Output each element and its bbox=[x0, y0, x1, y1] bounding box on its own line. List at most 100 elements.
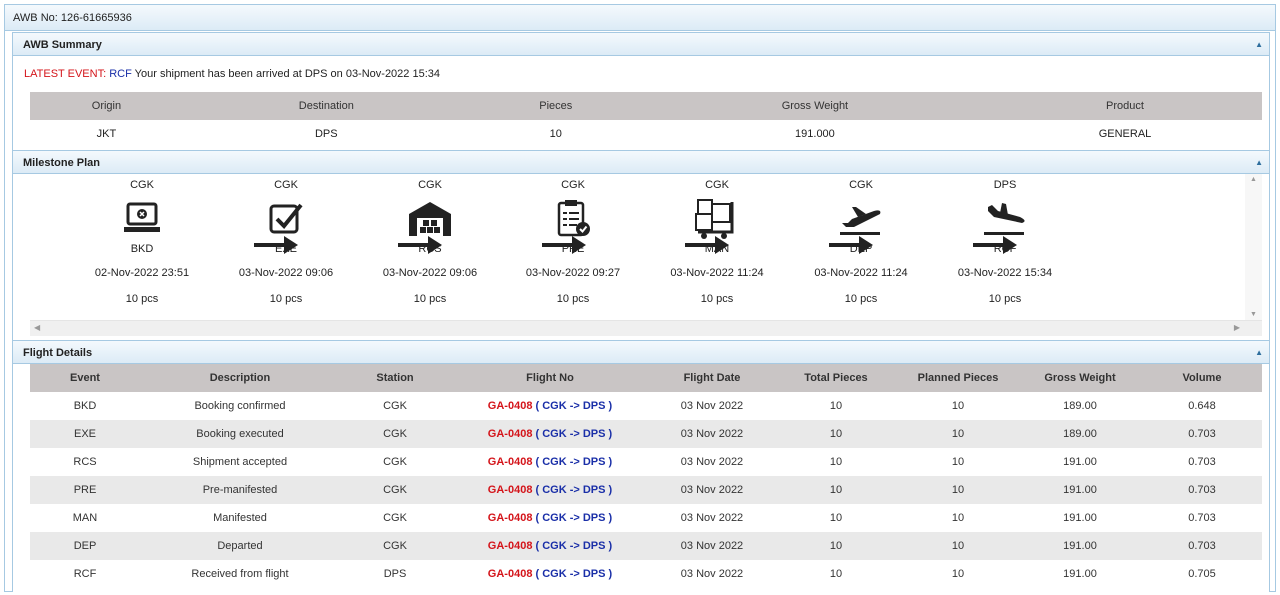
milestone-code: PRE bbox=[561, 243, 585, 255]
flight-no-cell[interactable]: GA-0408 ( CGK -> DPS ) bbox=[450, 476, 650, 504]
flight-row[interactable]: MAN Manifested CGK GA-0408 ( CGK -> DPS ) 03… bbox=[30, 504, 1262, 532]
flight-row[interactable]: EXE Booking executed CGK GA-0408 ( CGK -> D… bbox=[30, 420, 1262, 448]
planned-pieces-cell: 10 bbox=[898, 476, 1018, 504]
milestone-code: RCF bbox=[993, 243, 1017, 255]
scroll-left-icon[interactable]: ◀ bbox=[34, 323, 40, 332]
volume-cell: 0.705 bbox=[1188, 568, 1216, 580]
milestone-station: CGK bbox=[418, 179, 442, 191]
flight-header-row: Event Description Station Flight No Flig… bbox=[30, 364, 1262, 392]
collapse-triangle-icon[interactable]: ▲ bbox=[1255, 341, 1263, 365]
milestone-pieces: 10 pcs bbox=[269, 293, 303, 305]
flight-row[interactable]: PRE Pre-manifested CGK GA-0408 ( CGK -> DPS… bbox=[30, 476, 1262, 504]
milestone-pieces: 10 pcs bbox=[125, 293, 159, 305]
flight-no-cell[interactable]: GA-0408 ( CGK -> DPS ) bbox=[450, 392, 650, 420]
gross-weight-cell: 191.00 bbox=[1063, 456, 1097, 468]
description-cell: Departed bbox=[140, 532, 340, 560]
collapse-triangle-icon[interactable]: ▲ bbox=[1255, 33, 1263, 57]
flight-no-cell[interactable]: GA-0408 ( CGK -> DPS ) bbox=[450, 532, 650, 560]
flight-no-cell[interactable]: GA-0408 ( CGK -> DPS ) bbox=[450, 448, 650, 476]
milestone-step: CGK RCS 03-Nov-2022 09:06 10 pcs bbox=[365, 174, 495, 312]
flight-number-link[interactable]: GA-0408 bbox=[488, 568, 533, 580]
gross-weight-cell: 191.00 bbox=[1063, 568, 1097, 580]
flight-route: ( CGK -> DPS ) bbox=[532, 484, 613, 496]
description-cell: Pre-manifested bbox=[140, 476, 340, 504]
flight-date-cell: 03 Nov 2022 bbox=[680, 456, 744, 468]
flight-number-link[interactable]: GA-0408 bbox=[488, 456, 533, 468]
flight-no-cell[interactable]: GA-0408 ( CGK -> DPS ) bbox=[450, 504, 650, 532]
volume-cell: 0.703 bbox=[1142, 476, 1262, 504]
flight-date-cell: 03 Nov 2022 bbox=[680, 400, 744, 412]
scroll-up-icon[interactable]: ▲ bbox=[1245, 176, 1262, 183]
event-cell: RCS bbox=[73, 456, 97, 468]
summary-header-row: Origin Destination Pieces Gross Weight P… bbox=[30, 92, 1262, 120]
flight-col-header: Planned Pieces bbox=[898, 364, 1018, 392]
flight-date-cell: 03 Nov 2022 bbox=[680, 568, 744, 580]
milestone-step: CGK MAN 03-Nov-2022 11:24 10 pcs bbox=[652, 174, 782, 312]
event-cell: RCF bbox=[73, 568, 97, 580]
milestone-time: 02-Nov-2022 23:51 bbox=[94, 267, 190, 279]
flight-route: ( CGK -> DPS ) bbox=[532, 428, 613, 440]
description-cell: Received from flight bbox=[191, 568, 289, 580]
station-cell: DPS bbox=[383, 568, 407, 580]
milestone-station: CGK bbox=[130, 179, 154, 191]
flight-number-link[interactable]: GA-0408 bbox=[488, 512, 533, 524]
total-pieces-cell: 10 bbox=[829, 400, 843, 412]
milestone-step: DPS RCF 03-Nov-2022 15:34 10 pcs bbox=[940, 174, 1070, 312]
milestone-pieces: 10 pcs bbox=[844, 293, 878, 305]
summary-value-row: JKT DPS 10 191.000 GENERAL bbox=[30, 120, 1262, 148]
milestone-time: 03-Nov-2022 09:06 bbox=[238, 267, 334, 279]
flight-row[interactable]: RCF Received from flight DPS GA-0408 ( CGK … bbox=[30, 560, 1262, 588]
milestone-code: RCS bbox=[418, 243, 442, 255]
volume-cell: 0.703 bbox=[1188, 456, 1216, 468]
planned-pieces-cell: 10 bbox=[898, 420, 1018, 448]
summary-col-header: Destination bbox=[182, 92, 470, 120]
scroll-down-icon[interactable]: ▼ bbox=[1245, 311, 1262, 318]
latest-event: LATEST EVENT: RCF Your shipment has been… bbox=[24, 68, 440, 80]
milestone-station: DPS bbox=[993, 179, 1017, 191]
gross-weight-cell: 189.00 bbox=[1063, 400, 1097, 412]
milestone-horizontal-scrollbar[interactable]: ◀ ▶ bbox=[30, 320, 1262, 336]
summary-col-header: Pieces bbox=[469, 92, 642, 120]
milestone-time: 03-Nov-2022 09:27 bbox=[525, 267, 621, 279]
flight-number-link[interactable]: GA-0408 bbox=[488, 484, 533, 496]
flight-date-cell: 03 Nov 2022 bbox=[680, 512, 744, 524]
planned-pieces-cell: 10 bbox=[898, 532, 1018, 560]
flight-number-link[interactable]: GA-0408 bbox=[488, 540, 533, 552]
awb-summary-header[interactable]: AWB Summary ▲ bbox=[13, 32, 1269, 56]
flight-row[interactable]: BKD Booking confirmed CGK GA-0408 ( CGK -> … bbox=[30, 392, 1262, 420]
milestone-header[interactable]: Milestone Plan ▲ bbox=[13, 150, 1269, 174]
milestone-code: EXE bbox=[274, 243, 297, 255]
flight-details-table: Event Description Station Flight No Flig… bbox=[30, 364, 1262, 588]
flight-number-link[interactable]: GA-0408 bbox=[488, 400, 533, 412]
milestone-code: DEP bbox=[849, 243, 873, 255]
milestone-pieces: 10 pcs bbox=[700, 293, 734, 305]
milestone-vertical-scrollbar[interactable]: ▲ ▼ bbox=[1245, 174, 1262, 320]
flight-number-link[interactable]: GA-0408 bbox=[488, 428, 533, 440]
flight-row[interactable]: RCS Shipment accepted CGK GA-0408 ( CGK -> … bbox=[30, 448, 1262, 476]
laptop-icon bbox=[77, 196, 207, 242]
milestone-track: CGK BKD 02-Nov-2022 23:51 10 pcs CGK EXE 03-No… bbox=[30, 174, 1262, 336]
collapse-triangle-icon[interactable]: ▲ bbox=[1255, 151, 1263, 175]
flight-col-header: Flight No bbox=[450, 364, 650, 392]
flight-row[interactable]: DEP Departed CGK GA-0408 ( CGK -> DPS ) 03 N… bbox=[30, 532, 1262, 560]
milestone-title: Milestone Plan bbox=[23, 157, 101, 169]
milestone-step: CGK PRE 03-Nov-2022 09:27 10 pcs bbox=[508, 174, 638, 312]
flight-no-cell[interactable]: GA-0408 ( CGK -> DPS ) bbox=[450, 420, 650, 448]
flight-route: ( CGK -> DPS ) bbox=[532, 456, 613, 468]
planned-pieces-cell: 10 bbox=[951, 512, 965, 524]
flight-col-header: Gross Weight bbox=[1018, 364, 1142, 392]
flight-no-cell[interactable]: GA-0408 ( CGK -> DPS ) bbox=[450, 560, 650, 588]
scroll-right-icon[interactable]: ▶ bbox=[1234, 323, 1240, 332]
awb-number-header: AWB No: 126-61665936 bbox=[5, 5, 1275, 31]
milestone-pieces: 10 pcs bbox=[556, 293, 590, 305]
summary-product: GENERAL bbox=[1098, 128, 1152, 140]
milestone-time: 03-Nov-2022 09:06 bbox=[382, 267, 478, 279]
event-cell: MAN bbox=[72, 512, 98, 524]
flight-route: ( CGK -> DPS ) bbox=[532, 512, 613, 524]
event-cell: PRE bbox=[30, 476, 140, 504]
plane-arrival-icon bbox=[940, 196, 1070, 242]
flight-col-header: Volume bbox=[1142, 364, 1262, 392]
flight-details-header[interactable]: Flight Details ▲ bbox=[13, 340, 1269, 364]
station-cell: CGK bbox=[340, 420, 450, 448]
milestone-station: CGK bbox=[561, 179, 585, 191]
